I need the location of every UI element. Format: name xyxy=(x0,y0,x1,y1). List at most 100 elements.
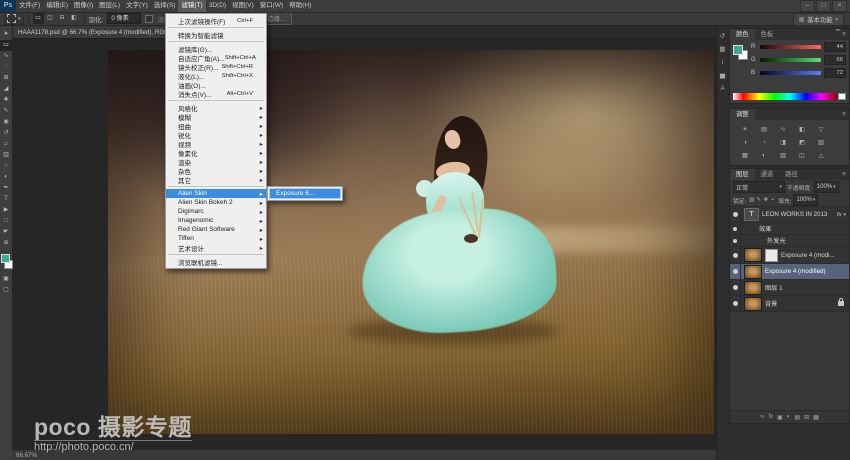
info-panel-icon[interactable]: i xyxy=(716,56,729,69)
panel-tab[interactable]: 颜色 xyxy=(730,29,755,40)
collapse-dock-icon[interactable]: ▸▸ xyxy=(836,27,841,33)
menu-bar-item[interactable]: 窗口(W) xyxy=(257,0,286,12)
exposure-icon[interactable]: ◧ xyxy=(795,124,809,135)
filter-menu-item[interactable]: Alien Skin Bokeh 2 ▶ xyxy=(166,198,266,207)
quick-mask-mode-icon[interactable]: ▣ xyxy=(0,274,12,285)
dodge-tool-icon[interactable]: ◐ xyxy=(0,172,12,183)
layer-row-selected[interactable]: Exposure 4 (modified) xyxy=(730,264,849,280)
hand-tool-icon[interactable]: ☛ xyxy=(0,227,12,238)
filter-menu-item[interactable] xyxy=(168,254,264,255)
blur-tool-icon[interactable]: ○ xyxy=(0,161,12,172)
photo-filter-icon[interactable]: ◩ xyxy=(795,137,809,148)
filter-menu-item[interactable]: 转换为智能滤镜 xyxy=(166,30,266,39)
workspace-switcher[interactable]: ▦基本功能▾ xyxy=(793,13,844,26)
panel-menu-icon[interactable]: ≡ xyxy=(842,29,846,40)
layer-thumbnail[interactable] xyxy=(744,248,762,262)
character-panel-icon[interactable]: A xyxy=(716,82,729,95)
lock-position-icon[interactable]: ✚ xyxy=(762,197,769,203)
screen-mode-icon[interactable]: ▢ xyxy=(0,285,12,296)
foreground-color-swatch[interactable] xyxy=(733,45,743,55)
collapse-effects-icon[interactable]: ▾ xyxy=(843,212,846,218)
add-to-selection-icon[interactable]: ◫ xyxy=(45,13,56,24)
layer-style-icon[interactable]: fx xyxy=(768,414,773,420)
channel-slider[interactable] xyxy=(760,45,821,49)
visibility-toggle[interactable] xyxy=(730,280,741,295)
eraser-tool-icon[interactable]: ▱ xyxy=(0,139,12,150)
layer-mask-thumbnail[interactable] xyxy=(765,249,778,262)
filter-menu-item[interactable]: 其它 ▶ xyxy=(166,175,266,184)
channel-slider[interactable] xyxy=(760,71,821,75)
gradient-tool-icon[interactable]: ▥ xyxy=(0,150,12,161)
filter-menu-item[interactable]: 消失点(V)... Alt+Ctrl+V xyxy=(166,89,266,98)
visibility-toggle[interactable] xyxy=(730,296,741,311)
layer-thumbnail[interactable] xyxy=(744,265,762,279)
add-layer-mask-icon[interactable]: ▣ xyxy=(777,414,783,421)
layer-row-layer1[interactable]: 图层 1 xyxy=(730,280,849,296)
rectangular-marquee-tool-icon[interactable]: ▭ xyxy=(0,40,12,51)
new-adjustment-layer-icon[interactable]: ◐ xyxy=(787,414,791,420)
color-spectrum-bar[interactable] xyxy=(733,93,837,100)
layer-row-outer-glow[interactable]: 外发光 xyxy=(730,235,849,247)
eyedropper-tool-icon[interactable]: ◢ xyxy=(0,84,12,95)
visibility-toggle[interactable] xyxy=(730,223,741,234)
pen-tool-icon[interactable]: ✒ xyxy=(0,183,12,194)
layer-row-effects[interactable]: 效果 xyxy=(730,223,849,235)
subtract-from-selection-icon[interactable]: ⊟ xyxy=(57,13,68,24)
history-brush-tool-icon[interactable]: ↺ xyxy=(0,128,12,139)
path-selection-tool-icon[interactable]: ▶ xyxy=(0,205,12,216)
layer-row-text-layer[interactable]: T LEON WORKS IN 2013 fx ▾ xyxy=(730,207,849,223)
anti-alias-checkbox[interactable] xyxy=(145,15,153,23)
panel-tab[interactable]: 图层 xyxy=(730,169,755,180)
histogram-panel-icon[interactable]: ▅ xyxy=(716,69,729,82)
threshold-icon[interactable]: ◫ xyxy=(795,150,809,161)
filter-menu-item[interactable]: Digimarc ▶ xyxy=(166,207,266,216)
levels-icon[interactable]: ▤ xyxy=(757,124,771,135)
channel-value-input[interactable]: 66 xyxy=(824,55,846,65)
menu-bar-item[interactable]: 图像(I) xyxy=(71,0,96,12)
curves-icon[interactable]: ∿ xyxy=(776,124,790,135)
brush-tool-icon[interactable]: ✎ xyxy=(0,106,12,117)
zoom-level[interactable]: 66.67% xyxy=(12,452,37,459)
spectrum-white-swatch[interactable] xyxy=(838,93,846,100)
canvas-area[interactable] xyxy=(12,38,716,449)
filter-menu-item[interactable]: Red Giant Software ▶ xyxy=(166,225,266,234)
close-button[interactable]: × xyxy=(832,0,847,12)
panel-tab[interactable]: 色板 xyxy=(755,29,780,40)
channel-value-input[interactable]: 44 xyxy=(824,42,846,52)
menu-bar-item[interactable]: 滤镜(T) xyxy=(178,0,205,12)
panel-tab[interactable]: 通道 xyxy=(755,169,780,180)
navigator-panel-icon[interactable]: ▦ xyxy=(716,43,729,56)
visibility-toggle[interactable] xyxy=(730,235,741,246)
vibrance-icon[interactable]: ▽ xyxy=(814,124,828,135)
healing-brush-tool-icon[interactable]: ✚ xyxy=(0,95,12,106)
lock-image-pixels-icon[interactable]: ✎ xyxy=(755,197,762,203)
intersect-selection-icon[interactable]: ◧ xyxy=(69,13,80,24)
visibility-toggle[interactable] xyxy=(730,264,741,279)
filter-menu-item[interactable] xyxy=(168,27,264,28)
filter-menu-item[interactable] xyxy=(168,41,264,42)
menu-bar-item[interactable]: 编辑(E) xyxy=(43,0,71,12)
quick-selection-tool-icon[interactable]: ◌ xyxy=(0,62,12,73)
menu-bar-item[interactable]: 视图(V) xyxy=(229,0,257,12)
move-tool-icon[interactable]: ➤ xyxy=(0,29,12,40)
link-layers-icon[interactable]: ∞ xyxy=(760,414,764,420)
delete-layer-icon[interactable]: ▦ xyxy=(813,414,819,421)
filter-menu-item[interactable] xyxy=(168,100,264,101)
filter-menu-item[interactable]: Imagenomic ▶ xyxy=(166,216,266,225)
clone-stamp-tool-icon[interactable]: ◉ xyxy=(0,117,12,128)
fill-input[interactable]: 100%▾ xyxy=(793,194,818,206)
filter-menu-item[interactable] xyxy=(168,186,264,187)
history-panel-icon[interactable]: ↺ xyxy=(716,30,729,43)
menu-bar-item[interactable]: 文件(F) xyxy=(16,0,43,12)
lock-transparent-pixels-icon[interactable]: ▨ xyxy=(748,197,755,203)
menu-bar-item[interactable]: 选择(S) xyxy=(151,0,179,12)
filter-menu-item[interactable]: 上次滤镜操作(F) Ctrl+F xyxy=(166,16,266,25)
visibility-toggle[interactable] xyxy=(730,247,741,263)
new-layer-icon[interactable]: ⊞ xyxy=(804,414,809,421)
crop-tool-icon[interactable]: ⊞ xyxy=(0,73,12,84)
layer-row-background[interactable]: 背景 xyxy=(730,296,849,312)
layer-row-smart-object[interactable]: Exposure 4 (modi... xyxy=(730,247,849,264)
layer-thumbnail[interactable] xyxy=(744,297,762,311)
filter-menu-item[interactable]: Alien Skin ▶ xyxy=(166,189,266,198)
menu-bar-item[interactable]: 帮助(H) xyxy=(286,0,314,12)
